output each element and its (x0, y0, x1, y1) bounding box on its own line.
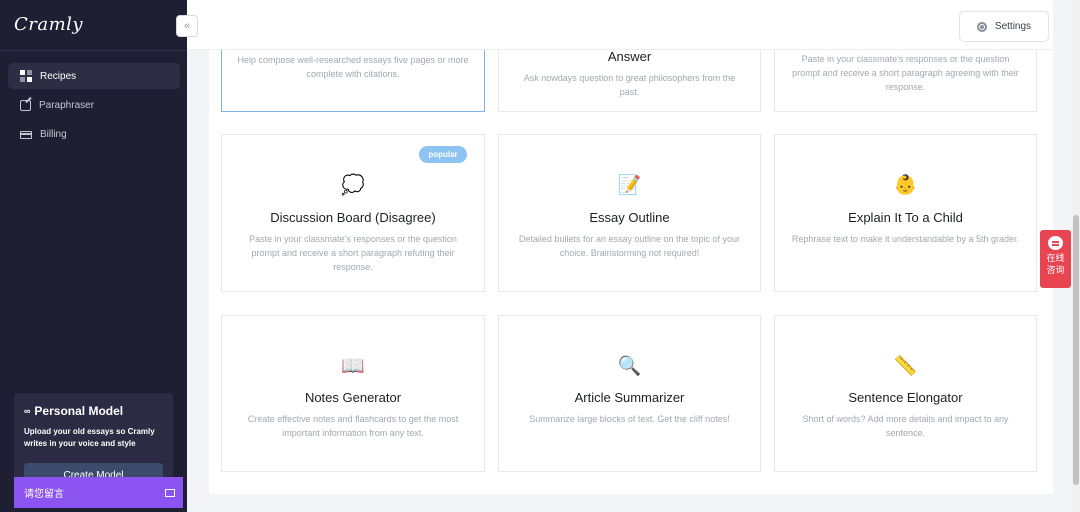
glasses-icon: ∞ (24, 406, 31, 416)
main-content: Help compose well-researched essays five… (187, 0, 1080, 512)
recipe-card-notes-generator[interactable]: 📖 Notes Generator Create effective notes… (221, 315, 485, 472)
card-title: Sentence Elongator (848, 390, 963, 405)
leave-message-bar[interactable]: 请您留言 (14, 477, 183, 508)
card-title: Essay Outline (589, 210, 670, 225)
card-description: Help compose well-researched essays five… (237, 55, 469, 79)
app-logo[interactable]: Cramly (14, 14, 83, 35)
card-title: Discussion Board (Disagree) (270, 210, 436, 225)
recipe-card-essay-outline[interactable]: 📝 Essay Outline Detailed bullets for an … (498, 134, 761, 292)
sidebar-divider (0, 50, 187, 51)
card-description: Short of words? Add more details and imp… (802, 414, 1009, 438)
grid-icon (20, 70, 32, 82)
sidebar-nav: Recipes Paraphraser Billing (8, 63, 180, 150)
card-icon (20, 131, 32, 139)
scrollbar[interactable] (1072, 0, 1080, 512)
card-title: Article Summarizer (574, 390, 685, 405)
personal-model-title-text: Personal Model (34, 404, 124, 418)
card-description: Paste in your classmate's responses or t… (249, 234, 457, 272)
gear-icon (976, 21, 987, 32)
recipe-card-discussion-disagree[interactable]: popular 💭 Discussion Board (Disagree) Pa… (221, 134, 485, 292)
recipe-card-explain-child[interactable]: 👶 Explain It To a Child Rephrase text to… (774, 134, 1037, 292)
personal-model-title: ∞ Personal Model (24, 404, 163, 418)
online-consult-button[interactable]: 在线 咨询 (1040, 230, 1071, 288)
minimize-icon[interactable] (165, 488, 175, 497)
sidebar-item-paraphraser[interactable]: Paraphraser (8, 92, 180, 118)
sidebar-item-label: Recipes (40, 70, 77, 82)
sidebar-item-billing[interactable]: Billing (8, 121, 180, 147)
online-consult-line2: 咨询 (1046, 265, 1065, 275)
recipe-card-sentence-elongator[interactable]: 📏 Sentence Elongator Short of words? Add… (774, 315, 1037, 472)
open-book-icon: 📖 (341, 356, 365, 377)
chat-bubble-icon (1048, 236, 1063, 250)
card-description: Summarize large blocks of text. Get the … (529, 414, 730, 424)
baby-icon: 👶 (893, 175, 918, 196)
sidebar: Cramly Recipes Paraphraser Billing ∞ Per… (0, 0, 187, 512)
popular-badge: popular (419, 146, 467, 163)
card-description: Rephrase text to make it understandable … (791, 234, 1020, 244)
ruler-icon: 📏 (893, 356, 918, 377)
card-title: Explain It To a Child (848, 210, 963, 225)
card-description: Create effective notes and flashcards to… (247, 414, 459, 438)
card-description: Ask nowdays question to great philosophe… (523, 73, 736, 97)
scrollbar-thumb[interactable] (1073, 215, 1079, 485)
thought-bubble-icon: 💭 (341, 175, 365, 196)
personal-model-description: Upload your old essays so Cramly writes … (24, 427, 155, 448)
collapse-sidebar-button[interactable]: « (176, 15, 198, 37)
sidebar-item-label: Billing (40, 128, 67, 140)
memo-icon: 📝 (617, 175, 642, 196)
leave-message-label: 请您留言 (24, 489, 64, 500)
magnifier-icon: 🔍 (617, 356, 642, 377)
recipes-panel: Help compose well-researched essays five… (209, 0, 1053, 494)
sidebar-item-recipes[interactable]: Recipes (8, 63, 180, 89)
edit-icon (20, 99, 31, 111)
card-title: Notes Generator (304, 390, 402, 405)
top-bar: Settings (187, 0, 1053, 50)
settings-button[interactable]: Settings (959, 11, 1049, 42)
card-description: Detailed bullets for an essay outline on… (518, 234, 741, 258)
recipe-card-article-summarizer[interactable]: 🔍 Article Summarizer Summarize large blo… (498, 315, 761, 472)
card-description: Paste in your classmate's responses or t… (792, 54, 1019, 92)
online-consult-line1: 在线 (1046, 253, 1065, 263)
settings-label: Settings (994, 21, 1032, 32)
sidebar-item-label: Paraphraser (39, 99, 95, 111)
card-title: Answer (607, 49, 652, 64)
